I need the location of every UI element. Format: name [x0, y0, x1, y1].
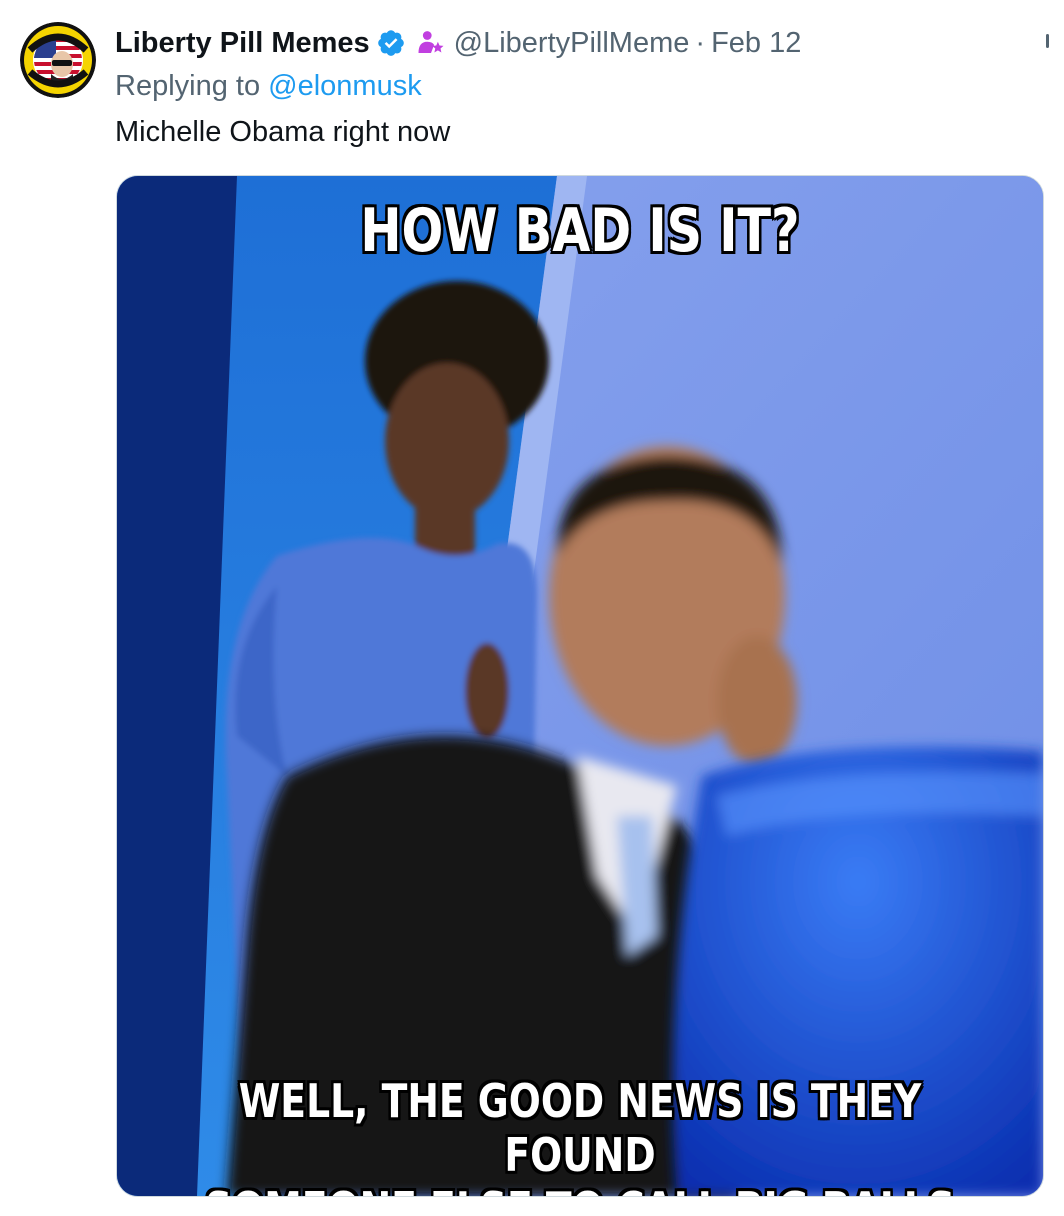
meme-caption-top: HOW BAD IS IT?	[360, 196, 800, 266]
tweet-text: Michelle Obama right now	[115, 116, 451, 148]
replying-prefix: Replying to	[115, 70, 261, 102]
meme-caption-bottom-line1: WELL, THE GOOD NEWS IS THEY FOUND	[238, 1074, 922, 1182]
meme-caption-bottom-line2: SOMEONE ELSE TO CALL BIG BALLS	[200, 1182, 959, 1196]
replying-to-line: Replying to @elonmusk	[115, 68, 422, 104]
meme-caption-bottom: WELL, THE GOOD NEWS IS THEY FOUND SOMEON…	[200, 1074, 959, 1196]
header-separator: ·	[695, 27, 706, 59]
tweet[interactable]: Liberty Pill Memes @LibertyPillMeme · Fe…	[0, 0, 1064, 1216]
meme-image-scene	[117, 176, 1043, 1196]
avatar-logo-icon	[20, 22, 96, 98]
author-avatar[interactable]	[20, 22, 96, 98]
affiliate-person-star-icon[interactable]	[416, 28, 446, 58]
author-handle[interactable]: @LibertyPillMeme	[454, 24, 690, 62]
verified-badge-icon[interactable]	[376, 28, 406, 58]
replying-to-mention[interactable]: @elonmusk	[268, 70, 422, 102]
tweet-header: Liberty Pill Memes @LibertyPillMeme · Fe…	[115, 24, 801, 62]
more-options-icon[interactable]	[1044, 30, 1058, 60]
tweet-date[interactable]: Feb 12	[711, 24, 801, 62]
tweet-media-image[interactable]: HOW BAD IS IT? WELL, THE GOOD NEWS IS TH…	[116, 175, 1044, 1197]
author-display-name[interactable]: Liberty Pill Memes	[115, 24, 370, 62]
